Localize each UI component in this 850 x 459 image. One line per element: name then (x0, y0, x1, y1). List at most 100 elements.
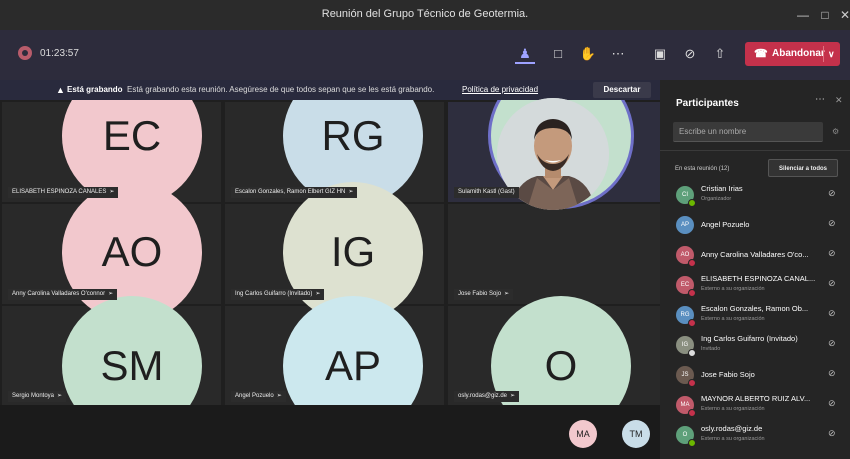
leave-divider (823, 46, 824, 62)
dismiss-button[interactable]: Descartar (593, 82, 651, 98)
privacy-link[interactable]: Política de privacidad (462, 80, 538, 100)
mic-off-icon: ⊘ (828, 278, 836, 288)
banner-message: Está grabando esta reunión. Asegúrese de… (127, 85, 435, 94)
pin-icon: ➢ (504, 291, 510, 297)
title-bar: Reunión del Grupo Técnico de Geotermia. … (0, 0, 850, 30)
recording-icon (18, 46, 32, 60)
close-icon[interactable]: ✕ (836, 6, 850, 24)
participant-role: Externo a su organización (701, 286, 765, 292)
tile-name: Sulamith Kastl (Gast) (454, 187, 519, 198)
participants-panel: Participantes ⋯ ✕ Escribe un nombre ⚙ En… (660, 80, 850, 459)
minimize-icon[interactable]: — (794, 6, 812, 24)
recording-banner: ▲ Está grabando Está grabando esta reuni… (0, 80, 660, 100)
pin-icon: ➢ (109, 189, 115, 195)
share-screen-icon[interactable]: ⇧ (710, 44, 730, 64)
mic-off-icon: ⊘ (828, 308, 836, 318)
warning-icon: ▲ (56, 85, 65, 95)
participant-name: Escalon Gonzales, Ramon Ob... (701, 304, 809, 313)
presence-dot (688, 289, 696, 297)
overflow-bar (0, 405, 660, 459)
pin-icon: ➢ (315, 291, 321, 297)
tile-name: Angel Pozuelo ➢ (231, 391, 286, 402)
video-tile[interactable]: SM Sergio Montoya ➢ (2, 296, 221, 405)
presence-dot (688, 349, 696, 357)
pin-icon: ➢ (510, 393, 516, 399)
more-options-icon[interactable]: ⋯ (815, 94, 825, 105)
invite-icon[interactable]: ⚙ (832, 127, 839, 136)
video-tile[interactable]: IG Ing Carlos Guifarro (Invitado) ➢ (225, 182, 444, 322)
video-tile[interactable]: EC ELISABETH ESPINOZA CANALES ➢ (2, 100, 221, 206)
in-meeting-header[interactable]: En esta reunión (12) (675, 166, 729, 172)
mic-off-icon: ⊘ (828, 218, 836, 228)
presence-dot (688, 409, 696, 417)
tile-name-text: osly.rodas@giz.de (458, 393, 508, 399)
avatar: O (491, 296, 631, 405)
participant-row[interactable]: MA MAYNOR ALBERTO RUIZ ALV... Externo a … (660, 391, 850, 421)
camera-off-icon[interactable]: ▣ (650, 44, 670, 64)
pin-icon: ➢ (276, 393, 282, 399)
leave-button[interactable]: ☎ Abandonar ∨ (745, 42, 840, 66)
video-tile[interactable]: O osly.rodas@giz.de ➢ (448, 296, 660, 405)
mic-off-icon: ⊘ (828, 338, 836, 348)
participant-name: ELISABETH ESPINOZA CANAL... (701, 274, 816, 283)
participant-row[interactable]: AP Angel Pozuelo ⊘ (660, 211, 850, 241)
participant-role: Externo a su organización (701, 316, 765, 322)
participant-name: Ing Carlos Guifarro (Invitado) (701, 334, 798, 343)
participant-name: MAYNOR ALBERTO RUIZ ALV... (701, 394, 811, 403)
participant-role: Externo a su organización (701, 436, 765, 442)
participant-avatar: AP (676, 216, 694, 234)
mute-all-button[interactable]: Silenciar a todos (768, 159, 838, 177)
mic-off-icon: ⊘ (828, 428, 836, 438)
presence-dot (688, 379, 696, 387)
tile-name-text: Anny Carolina Valladares O'connor (12, 291, 106, 297)
participant-row[interactable]: CI Cristian Irias Organizador ⊘ (660, 181, 850, 211)
pin-icon: ➢ (57, 393, 63, 399)
raise-hand-icon[interactable]: ✋ (578, 44, 598, 64)
chat-icon[interactable]: □ (548, 44, 568, 64)
mic-off-icon[interactable]: ⊘ (680, 44, 700, 64)
participant-row[interactable]: IG Ing Carlos Guifarro (Invitado) Invita… (660, 331, 850, 361)
window-title: Reunión del Grupo Técnico de Geotermia. (321, 8, 529, 20)
participant-name: Jose Fabio Sojo (701, 370, 755, 379)
search-input[interactable]: Escribe un nombre (673, 122, 823, 142)
participant-name: Cristian Irias (701, 184, 743, 193)
tile-name-text: Sulamith Kastl (Gast) (458, 189, 515, 195)
participant-name: osly.rodas@giz.de (701, 424, 763, 433)
more-actions-icon[interactable]: ⋯ (608, 44, 628, 64)
tile-name: osly.rodas@giz.de ➢ (454, 391, 520, 402)
participant-role: Invitado (701, 346, 721, 352)
participant-role: Organizador (701, 196, 732, 202)
overflow-avatar[interactable]: TM (622, 420, 650, 448)
video-tile[interactable]: AP Angel Pozuelo ➢ (225, 296, 444, 405)
pin-icon: ➢ (348, 189, 354, 195)
tile-name-text: Angel Pozuelo (235, 393, 274, 399)
panel-title: Participantes (676, 98, 739, 109)
participant-row[interactable]: O osly.rodas@giz.de Externo a su organiz… (660, 421, 850, 451)
avatar: AP (283, 296, 423, 405)
presence-dot (688, 259, 696, 267)
maximize-icon[interactable]: □ (816, 6, 834, 24)
participant-role: Externo a su organización (701, 406, 765, 412)
participant-name: Angel Pozuelo (701, 220, 750, 229)
participant-row[interactable]: JS Jose Fabio Sojo ⊘ (660, 361, 850, 391)
mic-off-icon: ⊘ (828, 368, 836, 378)
overflow-avatar[interactable]: MA (569, 420, 597, 448)
participant-row[interactable]: AO Anny Carolina Valladares O'co... ⊘ (660, 241, 850, 271)
presence-dot (688, 319, 696, 327)
participant-row[interactable]: EC ELISABETH ESPINOZA CANAL... Externo a… (660, 271, 850, 301)
presence-dot (688, 199, 696, 207)
meeting-toolbar: 01:23:57 ♟ □ ✋ ⋯ ▣ ⊘ ⇧ ☎ Abandonar ∨ (0, 30, 850, 81)
participants-icon[interactable]: ♟ (515, 44, 535, 64)
mic-off-icon: ⊘ (828, 398, 836, 408)
participant-row[interactable]: RG Escalon Gonzales, Ramon Ob... Externo… (660, 301, 850, 331)
video-tile[interactable]: AO Anny Carolina Valladares O'connor ➢ (2, 182, 221, 322)
chevron-down-icon[interactable]: ∨ (828, 42, 835, 66)
mic-off-icon: ⊘ (828, 188, 836, 198)
tile-name-text: Escalon Gonzales, Ramon Elbert GIZ HN (235, 189, 346, 195)
tile-name: ELISABETH ESPINOZA CANALES ➢ (8, 187, 119, 198)
tile-name: Ing Carlos Guifarro (Invitado) ➢ (231, 289, 325, 300)
video-tile[interactable]: Jose Fabio Sojo ➢ (448, 204, 660, 304)
phone-icon: ☎ (754, 48, 768, 60)
video-tile[interactable]: RG Escalon Gonzales, Ramon Elbert GIZ HN… (225, 100, 444, 206)
close-panel-icon[interactable]: ✕ (835, 95, 843, 106)
